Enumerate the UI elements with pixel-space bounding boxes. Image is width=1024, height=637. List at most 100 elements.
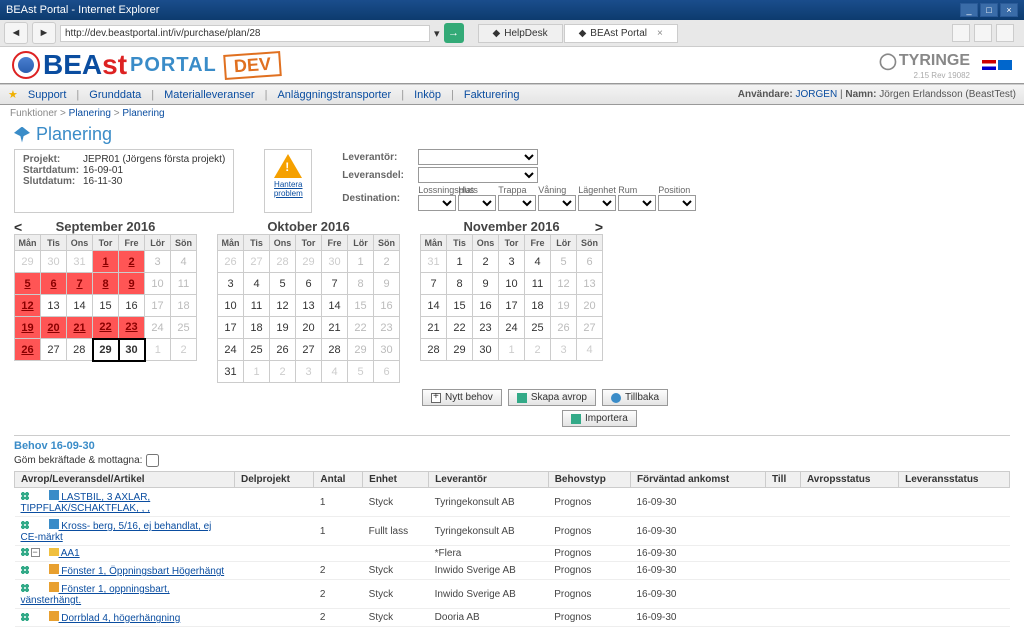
calendar-day[interactable]: 30 <box>374 339 400 361</box>
calendar-day[interactable]: 20 <box>41 317 67 339</box>
calendar-day[interactable]: 9 <box>374 273 400 295</box>
calendar-day[interactable]: 26 <box>15 339 41 361</box>
calendar-day[interactable]: 10 <box>145 273 171 295</box>
forward-icon[interactable]: ► <box>32 22 56 44</box>
calendar-day[interactable]: 21 <box>421 317 447 339</box>
dropdown-icon[interactable]: ▾ <box>434 27 440 40</box>
tab-helpdesk[interactable]: ◆HelpDesk <box>478 24 563 43</box>
calendar-day[interactable]: 1 <box>447 251 473 273</box>
calendar-day[interactable]: 2 <box>473 251 499 273</box>
collapse-icon[interactable]: − <box>31 548 40 557</box>
calendar-day[interactable]: 8 <box>93 273 119 295</box>
home-icon[interactable] <box>952 24 970 42</box>
prev-month-icon[interactable]: < <box>14 219 22 235</box>
drag-icon[interactable] <box>21 492 29 500</box>
calendar-day[interactable]: 4 <box>171 251 197 273</box>
back-icon[interactable]: ◄ <box>4 22 28 44</box>
calendar-day[interactable]: 11 <box>244 295 270 317</box>
table-row[interactable]: Fönster 1, oppningsbart, vänsterhängt.2S… <box>15 580 1010 609</box>
calendar-day[interactable]: 30 <box>322 251 348 273</box>
calendar-day[interactable]: 3 <box>551 339 577 361</box>
calendar-day[interactable]: 23 <box>374 317 400 339</box>
calendar-day[interactable]: 4 <box>244 273 270 295</box>
calendar-day[interactable]: 25 <box>525 317 551 339</box>
calendar-day[interactable]: 2 <box>171 339 197 361</box>
calendar-day[interactable]: 19 <box>15 317 41 339</box>
calendar-day[interactable]: 1 <box>145 339 171 361</box>
calendar-day[interactable]: 29 <box>447 339 473 361</box>
calendar-day[interactable]: 22 <box>348 317 374 339</box>
calendar-day[interactable]: 24 <box>499 317 525 339</box>
drag-icon[interactable] <box>21 566 29 574</box>
calendar-day[interactable]: 12 <box>270 295 296 317</box>
calendar-day[interactable]: 27 <box>577 317 603 339</box>
calendar-day[interactable]: 9 <box>473 273 499 295</box>
star-icon[interactable]: ★ <box>8 88 18 101</box>
calendar-day[interactable]: 18 <box>171 295 197 317</box>
calendar-day[interactable]: 11 <box>525 273 551 295</box>
flag-se-icon[interactable] <box>998 60 1012 70</box>
calendar-day[interactable]: 13 <box>296 295 322 317</box>
calendar-day[interactable]: 31 <box>67 251 93 273</box>
calendar-day[interactable]: 28 <box>67 339 93 361</box>
calendar-day[interactable]: 16 <box>119 295 145 317</box>
calendar-day[interactable]: 25 <box>171 317 197 339</box>
minimize-button[interactable]: _ <box>960 3 978 17</box>
item-link[interactable]: Dorrblad 4, högerhängning <box>59 613 181 624</box>
calendar-day[interactable]: 20 <box>577 295 603 317</box>
breadcrumb-link[interactable]: Planering <box>122 108 164 119</box>
calendar-day[interactable]: 17 <box>218 317 244 339</box>
maximize-button[interactable]: □ <box>980 3 998 17</box>
hide-confirmed-checkbox[interactable] <box>146 454 159 467</box>
calendar-day[interactable]: 5 <box>270 273 296 295</box>
calendar-day[interactable]: 4 <box>525 251 551 273</box>
drag-icon[interactable] <box>21 584 29 592</box>
calendar-day[interactable]: 28 <box>421 339 447 361</box>
calendar-day[interactable]: 23 <box>473 317 499 339</box>
calendar-day[interactable]: 31 <box>421 251 447 273</box>
calendar-day[interactable]: 28 <box>322 339 348 361</box>
calendar-day[interactable]: 27 <box>244 251 270 273</box>
next-month-icon[interactable]: > <box>595 219 603 235</box>
calendar-day[interactable]: 22 <box>447 317 473 339</box>
calendar-day[interactable]: 12 <box>15 295 41 317</box>
calendar-day[interactable]: 1 <box>348 251 374 273</box>
favorites-icon[interactable] <box>974 24 992 42</box>
calendar-day[interactable]: 22 <box>93 317 119 339</box>
calendar-day[interactable]: 24 <box>145 317 171 339</box>
calendar-day[interactable]: 13 <box>577 273 603 295</box>
calendar-day[interactable]: 7 <box>421 273 447 295</box>
calendar-day[interactable]: 5 <box>551 251 577 273</box>
calendar-day[interactable]: 29 <box>15 251 41 273</box>
calendar-day[interactable]: 21 <box>67 317 93 339</box>
go-button[interactable]: → <box>444 23 464 43</box>
calendar-day[interactable]: 8 <box>348 273 374 295</box>
calendar-day[interactable]: 4 <box>577 339 603 361</box>
calendar-day[interactable]: 29 <box>296 251 322 273</box>
calendar-day[interactable]: 30 <box>41 251 67 273</box>
calendar-day[interactable]: 13 <box>41 295 67 317</box>
problem-warning[interactable]: Hantera problem <box>264 149 312 213</box>
calendar-day[interactable]: 9 <box>119 273 145 295</box>
calendar-day[interactable]: 3 <box>218 273 244 295</box>
calendar-day[interactable]: 29 <box>93 339 119 361</box>
dest-select[interactable] <box>538 195 576 211</box>
importera-button[interactable]: Importera <box>562 410 637 427</box>
calendar-day[interactable]: 29 <box>348 339 374 361</box>
calendar-day[interactable]: 6 <box>296 273 322 295</box>
calendar-day[interactable]: 26 <box>218 251 244 273</box>
tab-beast-portal[interactable]: ◆BEAst Portal× <box>564 24 678 43</box>
tools-icon[interactable] <box>996 24 1014 42</box>
calendar-day[interactable]: 19 <box>551 295 577 317</box>
tillbaka-button[interactable]: Tillbaka <box>602 389 668 406</box>
calendar-day[interactable]: 30 <box>119 339 145 361</box>
nytt-behov-button[interactable]: Nytt behov <box>422 389 502 406</box>
calendar-day[interactable]: 1 <box>499 339 525 361</box>
calendar-day[interactable]: 15 <box>447 295 473 317</box>
calendar-day[interactable]: 27 <box>296 339 322 361</box>
calendar-day[interactable]: 18 <box>244 317 270 339</box>
calendar-day[interactable]: 1 <box>244 361 270 383</box>
calendar-day[interactable]: 3 <box>145 251 171 273</box>
calendar-day[interactable]: 16 <box>374 295 400 317</box>
calendar-day[interactable]: 14 <box>322 295 348 317</box>
